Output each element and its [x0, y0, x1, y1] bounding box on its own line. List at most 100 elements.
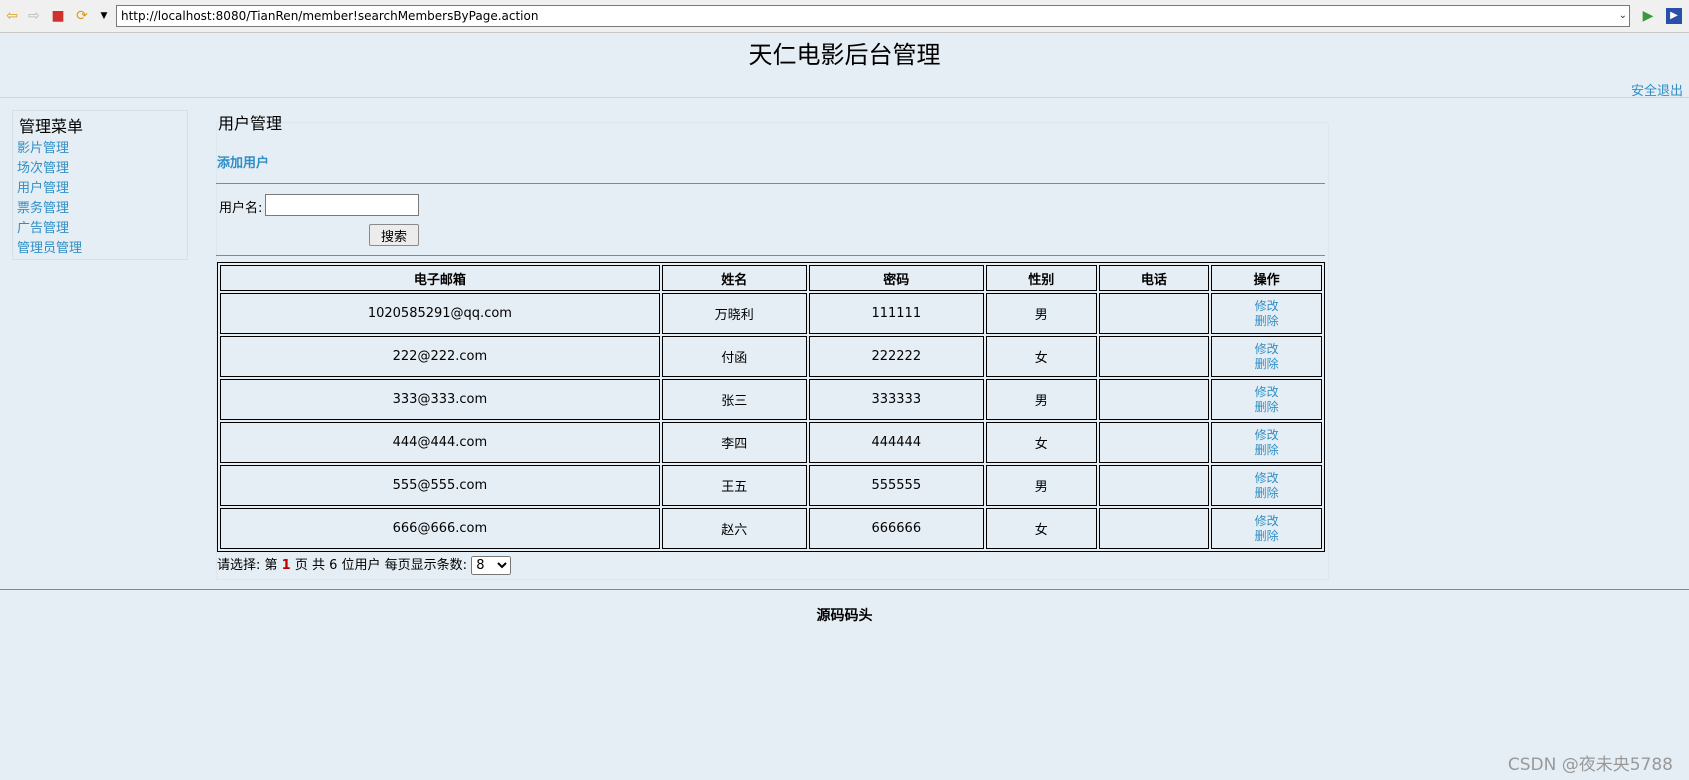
pagination: 请选择: 第 1 页 共 6 位用户 每页显示条数: 8	[217, 556, 512, 575]
divider	[216, 255, 1325, 256]
cell-email: 222@222.com	[220, 336, 660, 377]
footer-divider	[0, 589, 1689, 590]
cell-name: 张三	[661, 379, 807, 420]
cell-email: 444@444.com	[220, 422, 660, 463]
total-users: 6	[329, 558, 338, 573]
site-title: 天仁电影后台管理	[748, 41, 941, 69]
refresh-icon[interactable]: ⟳	[74, 8, 90, 24]
cell-password: 444444	[808, 422, 984, 463]
edit-link[interactable]: 修改	[1212, 471, 1321, 486]
cell-actions: 修改 删除	[1211, 336, 1322, 377]
cell-actions: 修改 删除	[1211, 293, 1322, 334]
table-row: 333@333.com 张三 333333 男 修改 删除	[220, 379, 1322, 420]
cell-gender: 女	[985, 422, 1097, 463]
username-search-input[interactable]	[265, 194, 419, 216]
back-icon[interactable]: ⇦	[4, 8, 20, 24]
cell-email: 666@666.com	[220, 508, 660, 549]
cell-password: 222222	[808, 336, 984, 377]
edit-link[interactable]: 修改	[1212, 299, 1321, 314]
cell-phone	[1098, 465, 1210, 506]
current-page[interactable]: 1	[282, 558, 291, 573]
sidebar-item-admins[interactable]: 管理员管理	[17, 239, 82, 259]
column-header-actions: 操作	[1211, 265, 1322, 291]
cell-email: 333@333.com	[220, 379, 660, 420]
table-row: 666@666.com 赵六 666666 女 修改 删除	[220, 508, 1322, 549]
pager-prefix: 请选择: 第	[217, 558, 278, 573]
cell-password: 333333	[808, 379, 984, 420]
cell-phone	[1098, 379, 1210, 420]
browser-logo-icon[interactable]: ▶	[1666, 8, 1682, 24]
edit-link[interactable]: 修改	[1212, 428, 1321, 443]
cell-phone	[1098, 422, 1210, 463]
cell-gender: 男	[985, 465, 1097, 506]
menu-title: 管理菜单	[19, 117, 84, 136]
browser-toolbar: ⇦ ⇨ ■ ⟳ ▼ http://localhost:8080/TianRen/…	[0, 0, 1689, 33]
edit-link[interactable]: 修改	[1212, 514, 1321, 529]
cell-actions: 修改 删除	[1211, 465, 1322, 506]
chevron-down-icon[interactable]: ⌄	[1619, 6, 1627, 26]
sidebar-item-films[interactable]: 影片管理	[17, 139, 82, 159]
cell-actions: 修改 删除	[1211, 379, 1322, 420]
cell-gender: 女	[985, 508, 1097, 549]
stop-icon[interactable]: ■	[50, 8, 66, 24]
cell-email: 1020585291@qq.com	[220, 293, 660, 334]
cell-password: 555555	[808, 465, 984, 506]
cell-phone	[1098, 293, 1210, 334]
column-header-password: 密码	[808, 265, 984, 291]
column-header-name: 姓名	[661, 265, 807, 291]
delete-link[interactable]: 删除	[1212, 486, 1321, 501]
delete-link[interactable]: 删除	[1212, 314, 1321, 329]
cell-phone	[1098, 508, 1210, 549]
divider	[216, 183, 1325, 184]
username-label: 用户名:	[219, 201, 263, 216]
forward-icon[interactable]: ⇨	[26, 8, 42, 24]
dropdown-arrow-icon[interactable]: ▼	[96, 8, 112, 24]
cell-password: 111111	[808, 293, 984, 334]
section-title: 用户管理	[218, 114, 283, 133]
cell-gender: 男	[985, 379, 1097, 420]
cell-gender: 男	[985, 293, 1097, 334]
sidebar-menu: 管理菜单 影片管理 场次管理 用户管理 票务管理 广告管理 管理员管理	[12, 110, 188, 260]
table-row: 555@555.com 王五 555555 男 修改 删除	[220, 465, 1322, 506]
menu-list: 影片管理 场次管理 用户管理 票务管理 广告管理 管理员管理	[17, 139, 82, 259]
sidebar-item-sessions[interactable]: 场次管理	[17, 159, 82, 179]
column-header-email: 电子邮箱	[220, 265, 660, 291]
cell-actions: 修改 删除	[1211, 422, 1322, 463]
watermark: CSDN @夜未央5788	[1507, 755, 1673, 775]
cell-gender: 女	[985, 336, 1097, 377]
edit-link[interactable]: 修改	[1212, 385, 1321, 400]
go-icon[interactable]: ▶	[1640, 8, 1656, 24]
cell-email: 555@555.com	[220, 465, 660, 506]
header-divider	[0, 97, 1689, 98]
edit-link[interactable]: 修改	[1212, 342, 1321, 357]
add-user-link[interactable]: 添加用户	[217, 152, 269, 171]
cell-actions: 修改 删除	[1211, 508, 1322, 549]
table-row: 1020585291@qq.com 万晓利 111111 男 修改 删除	[220, 293, 1322, 334]
cell-password: 666666	[808, 508, 984, 549]
cell-name: 王五	[661, 465, 807, 506]
table-header-row: 电子邮箱 姓名 密码 性别 电话 操作	[220, 265, 1322, 291]
cell-name: 万晓利	[661, 293, 807, 334]
delete-link[interactable]: 删除	[1212, 400, 1321, 415]
cell-name: 付函	[661, 336, 807, 377]
delete-link[interactable]: 删除	[1212, 443, 1321, 458]
sidebar-item-ads[interactable]: 广告管理	[17, 219, 82, 239]
column-header-gender: 性别	[985, 265, 1097, 291]
pager-middle: 页 共	[294, 558, 325, 573]
sidebar-item-tickets[interactable]: 票务管理	[17, 199, 82, 219]
column-header-phone: 电话	[1098, 265, 1210, 291]
cell-name: 赵六	[661, 508, 807, 549]
table-row: 222@222.com 付函 222222 女 修改 删除	[220, 336, 1322, 377]
footer-text: 源码码头	[816, 608, 873, 624]
delete-link[interactable]: 删除	[1212, 529, 1321, 544]
cell-name: 李四	[661, 422, 807, 463]
member-table: 电子邮箱 姓名 密码 性别 电话 操作 1020585291@qq.com 万晓…	[217, 262, 1325, 552]
search-button[interactable]: 搜索	[369, 224, 419, 246]
table-row: 444@444.com 李四 444444 女 修改 删除	[220, 422, 1322, 463]
delete-link[interactable]: 删除	[1212, 357, 1321, 372]
pager-suffix: 位用户 每页显示条数:	[341, 558, 468, 573]
cell-phone	[1098, 336, 1210, 377]
sidebar-item-users[interactable]: 用户管理	[17, 179, 82, 199]
address-bar[interactable]: http://localhost:8080/TianRen/member!sea…	[116, 5, 1630, 27]
per-page-select[interactable]: 8	[471, 556, 512, 575]
